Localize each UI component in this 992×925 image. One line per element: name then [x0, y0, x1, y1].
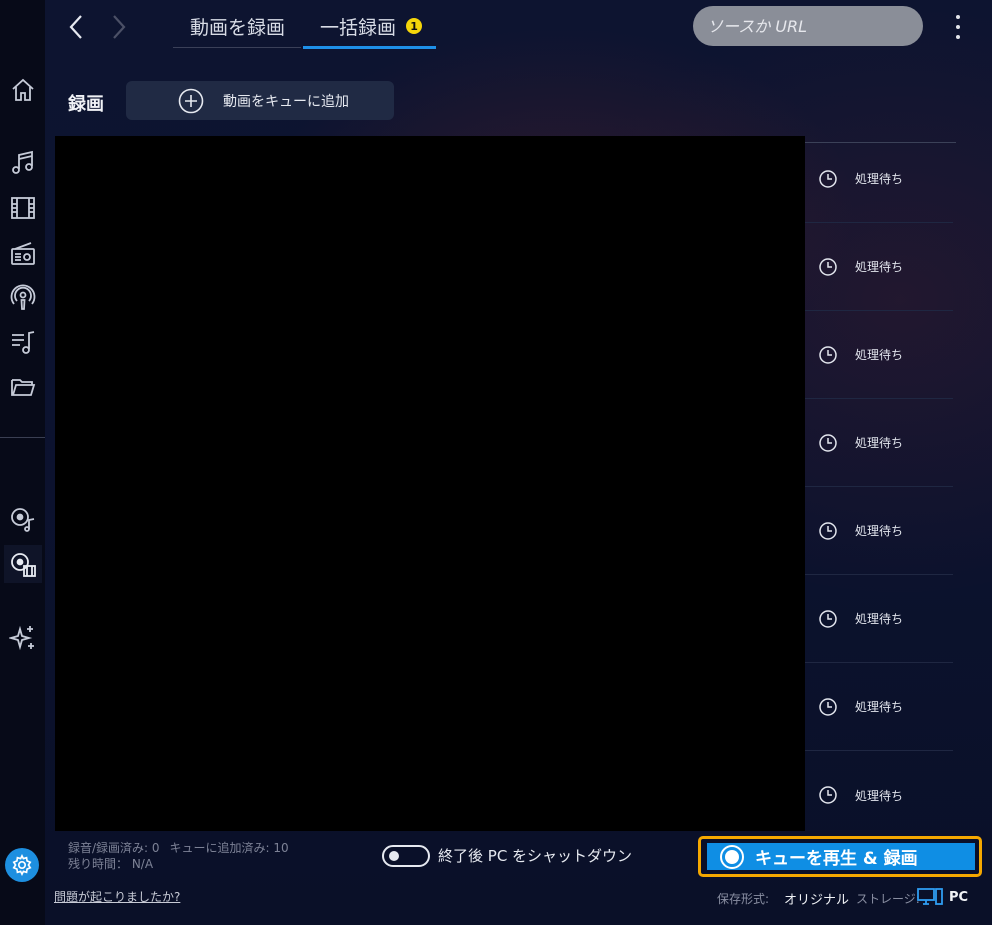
sparkle-icon[interactable] — [4, 618, 42, 656]
queue-item[interactable]: 処理待ち — [805, 135, 953, 223]
format-label: 保存形式: — [717, 892, 770, 906]
music-icon[interactable] — [4, 144, 42, 182]
queue-item-status: 処理待ち — [855, 260, 904, 274]
queue-item[interactable]: 処理待ち — [805, 663, 953, 751]
home-icon[interactable] — [4, 71, 42, 109]
queue-item-status: 処理待ち — [855, 788, 904, 803]
queue-item-status: 処理待ち — [855, 436, 904, 450]
plus-circle-icon — [178, 88, 204, 113]
queue-item[interactable]: 処理待ち — [805, 751, 953, 839]
queue-item[interactable]: 処理待ち — [805, 575, 953, 663]
storage-selector[interactable]: PC — [949, 890, 968, 905]
queue-item-status: 処理待ち — [855, 700, 904, 714]
queue-item-status: 処理待ち — [855, 612, 904, 626]
clock-icon — [819, 345, 837, 364]
queue-count-badge: 1 — [406, 18, 423, 34]
playlist-icon[interactable] — [4, 323, 42, 361]
format-selector[interactable]: オリジナル — [784, 889, 849, 908]
queued-count: キューに追加済み: 10 — [169, 841, 289, 855]
radio-icon[interactable] — [4, 235, 42, 273]
recording-stats: 録音/録画済み: 0 キューに追加済み: 10 残り時間： N/A — [68, 840, 289, 872]
back-button[interactable] — [61, 12, 91, 42]
add-to-queue-label: 動画をキューに追加 — [223, 93, 349, 110]
tab-record-video[interactable]: 動画を録画 — [190, 13, 285, 49]
tab-active-indicator — [303, 46, 436, 49]
help-link[interactable]: 問題が起こりましたか? — [54, 888, 180, 905]
chevron-left-icon — [69, 15, 82, 39]
storage-label: ストレージ: — [856, 892, 920, 906]
tab-batch-record[interactable]: 一括録画 1 — [320, 13, 423, 49]
queue-item-status: 処理待ち — [855, 172, 904, 186]
queue-item[interactable]: 処理待ち — [805, 311, 953, 399]
gear-icon — [12, 854, 32, 876]
section-title: 録画 — [68, 94, 104, 115]
forward-button[interactable] — [104, 12, 134, 42]
queue-item[interactable]: 処理待ち — [805, 399, 953, 487]
record-button-label: キューを再生 & 録画 — [755, 849, 918, 869]
sidebar-divider — [0, 437, 45, 438]
clock-icon — [819, 257, 837, 276]
clock-icon — [819, 521, 837, 540]
shutdown-label: 終了後 PC をシャットダウン — [438, 847, 633, 865]
queue-item[interactable]: 処理待ち — [805, 223, 953, 311]
app-window: 動画を録画 一括録画 1 録画 動画をキューに追加 処理待ち 処理待ち 処理待ち… — [0, 0, 992, 925]
video-recorder-icon[interactable] — [4, 545, 42, 583]
computer-icon[interactable] — [917, 887, 943, 907]
sidebar — [0, 0, 45, 925]
add-to-queue-button[interactable]: 動画をキューに追加 — [126, 81, 394, 120]
video-player[interactable] — [55, 136, 805, 831]
clock-icon — [819, 169, 837, 188]
film-icon[interactable] — [4, 189, 42, 227]
toggle-knob — [389, 851, 399, 861]
clock-icon — [819, 609, 837, 628]
clock-icon — [819, 786, 837, 804]
settings-button[interactable] — [5, 848, 39, 882]
tab-underline — [173, 47, 301, 48]
audio-recorder-icon[interactable] — [4, 500, 42, 538]
clock-icon — [819, 433, 837, 452]
queue-item[interactable]: 処理待ち — [805, 487, 953, 575]
clock-icon — [819, 697, 837, 716]
queue-item-status: 処理待ち — [855, 524, 904, 538]
queue-item-status: 処理待ち — [855, 348, 904, 362]
remaining-time: 残り時間： N/A — [68, 857, 154, 871]
tab-label: 一括録画 — [320, 17, 397, 39]
search-input[interactable] — [693, 6, 923, 46]
podcast-icon[interactable] — [4, 279, 42, 317]
chevron-right-icon — [113, 15, 126, 39]
shutdown-toggle[interactable] — [382, 845, 430, 867]
tab-label: 動画を録画 — [190, 17, 286, 39]
play-record-queue-button[interactable]: キューを再生 & 録画 — [707, 843, 975, 870]
more-menu-button[interactable] — [946, 12, 970, 42]
record-icon — [720, 844, 744, 869]
recorded-count: 録音/録画済み: 0 — [68, 841, 160, 855]
folder-icon[interactable] — [4, 368, 42, 406]
